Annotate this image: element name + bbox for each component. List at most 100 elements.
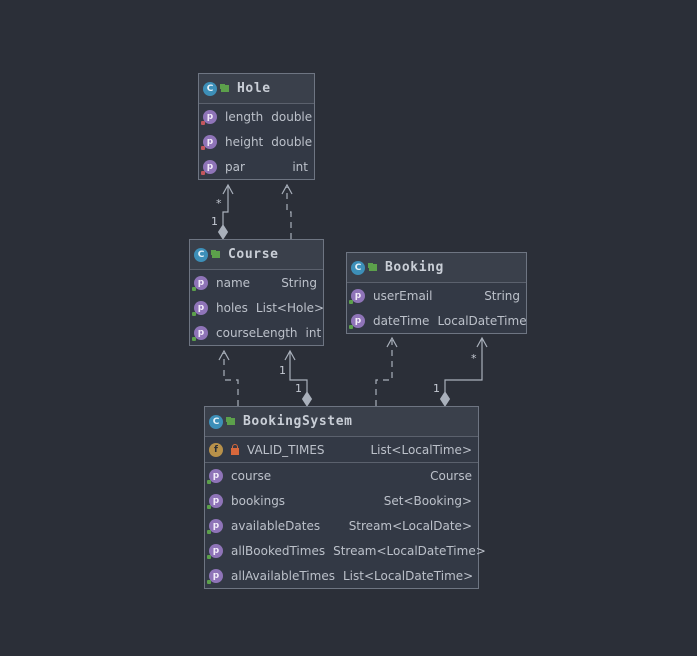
member-section: p course Course p bookings Set<Booking> p avail… [205, 463, 486, 588]
property-icon: p [207, 493, 223, 509]
member-type: Set<Booking> [383, 493, 472, 508]
class-name: Booking [385, 260, 444, 275]
property-icon: p [192, 325, 208, 341]
public-visibility-icon [220, 84, 229, 93]
arrowhead [281, 183, 293, 195]
class-icon: C [194, 247, 208, 262]
member-name: availableDates [231, 518, 321, 533]
member-name: userEmail [373, 288, 433, 303]
member-name: length [225, 109, 264, 124]
composition-diamond [217, 224, 229, 240]
class-name: Course [228, 247, 279, 262]
public-visibility-icon [226, 417, 235, 426]
member-name: allBookedTimes [231, 543, 326, 558]
arrowhead [284, 349, 296, 361]
class-booking[interactable]: C Booking p userEmail String p dateTime LocalDa… [346, 252, 527, 334]
member-type: List<LocalTime> [370, 442, 472, 457]
arrowhead [386, 336, 398, 348]
composition-diamond [301, 391, 313, 407]
class-header: C Course [190, 240, 323, 270]
property-icon: p [349, 313, 365, 329]
class-icon: C [351, 260, 365, 275]
multiplicity-label: 1 [433, 382, 440, 395]
property-icon: p [201, 109, 217, 125]
member-type: int [292, 159, 308, 174]
class-icon: C [209, 414, 223, 429]
member-name: VALID_TIMES [247, 442, 325, 457]
property-row-par[interactable]: p par int [199, 154, 314, 179]
property-row-holes[interactable]: p holes List<Hole> [190, 295, 325, 320]
member-type: LocalDateTime [437, 313, 527, 328]
public-visibility-icon [211, 250, 220, 259]
member-name: courseLength [216, 325, 298, 340]
property-icon: p [207, 543, 223, 559]
edge-system-booking-dependency [375, 340, 393, 406]
member-name: par [225, 159, 245, 174]
member-name: dateTime [373, 313, 430, 328]
member-type: Stream<LocalDateTime> [333, 543, 486, 558]
multiplicity-label: 1 [211, 215, 218, 228]
member-name: allAvailableTimes [231, 568, 335, 583]
property-row-availableDates[interactable]: p availableDates Stream<LocalDate> [205, 513, 478, 538]
composition-diamond [439, 391, 451, 407]
class-header: C Booking [347, 253, 526, 283]
edge-course-hole-dependency [286, 187, 292, 239]
class-header: C Hole [199, 74, 314, 104]
member-type: String [484, 288, 520, 303]
edge-system-course-dependency [223, 353, 239, 406]
edge-system-course-composition [289, 351, 308, 392]
member-section: p length double p height double p par int [199, 104, 314, 179]
property-icon: p [207, 468, 223, 484]
property-icon: p [349, 288, 365, 304]
member-type: double [271, 134, 313, 149]
class-bookingsystem[interactable]: C BookingSystem f VALID_TIMES List<LocalTime… [204, 406, 486, 589]
member-name: name [216, 275, 251, 290]
class-hole[interactable]: C Hole p length double p height double p par int [198, 73, 315, 180]
arrowhead [222, 183, 234, 195]
member-section: p userEmail String p dateTime LocalDateTime [347, 283, 527, 333]
member-type: int [305, 325, 322, 340]
property-row-height[interactable]: p height double [199, 129, 314, 154]
member-type: List<LocalDateTime> [342, 568, 474, 583]
member-name: height [225, 134, 264, 149]
member-section: p name String p holes List<Hole> p courseLength… [190, 270, 325, 345]
property-icon: p [192, 300, 208, 316]
edge-system-booking-composition [444, 338, 483, 392]
multiplicity-label: * [216, 197, 222, 210]
property-row-length[interactable]: p length double [199, 104, 314, 129]
member-type: String [281, 275, 317, 290]
uml-diagram-canvas: * 1 1 1 * 1 C Hole p length double p height double p p… [0, 0, 697, 656]
property-row-name[interactable]: p name String [190, 270, 323, 295]
member-type: Course [430, 468, 472, 483]
property-row-userEmail[interactable]: p userEmail String [347, 283, 526, 308]
property-row-courseLength[interactable]: p courseLength int [190, 320, 323, 345]
member-name: course [231, 468, 272, 483]
multiplicity-label: 1 [279, 364, 286, 377]
class-header: C BookingSystem [205, 407, 478, 437]
property-row-dateTime[interactable]: p dateTime LocalDateTime [347, 308, 527, 333]
member-type: List<Hole> [255, 300, 325, 315]
arrowhead [476, 336, 488, 348]
member-section: f VALID_TIMES List<LocalTime> [205, 437, 478, 463]
property-icon: p [201, 159, 217, 175]
property-icon: p [207, 518, 223, 534]
field-icon: f [209, 442, 223, 457]
field-row-VALID_TIMES[interactable]: f VALID_TIMES List<LocalTime> [205, 437, 478, 462]
class-course[interactable]: C Course p name String p holes List<Hole> p cours… [189, 239, 324, 346]
property-icon: p [207, 568, 223, 584]
member-type: double [271, 109, 313, 124]
property-row-allAvailableTimes[interactable]: p allAvailableTimes List<LocalDateTime> [205, 563, 478, 588]
property-row-allBookedTimes[interactable]: p allBookedTimes Stream<LocalDateTime> [205, 538, 486, 563]
property-row-bookings[interactable]: p bookings Set<Booking> [205, 488, 478, 513]
class-name: Hole [237, 81, 271, 96]
property-icon: p [201, 134, 217, 150]
multiplicity-label: 1 [295, 382, 302, 395]
multiplicity-label: * [471, 352, 477, 365]
edge-course-hole-composition [222, 185, 229, 225]
class-name: BookingSystem [243, 414, 353, 429]
property-icon: p [192, 275, 208, 291]
class-icon: C [203, 81, 217, 96]
member-type: Stream<LocalDate> [348, 518, 472, 533]
member-name: bookings [231, 493, 286, 508]
property-row-course[interactable]: p course Course [205, 463, 478, 488]
